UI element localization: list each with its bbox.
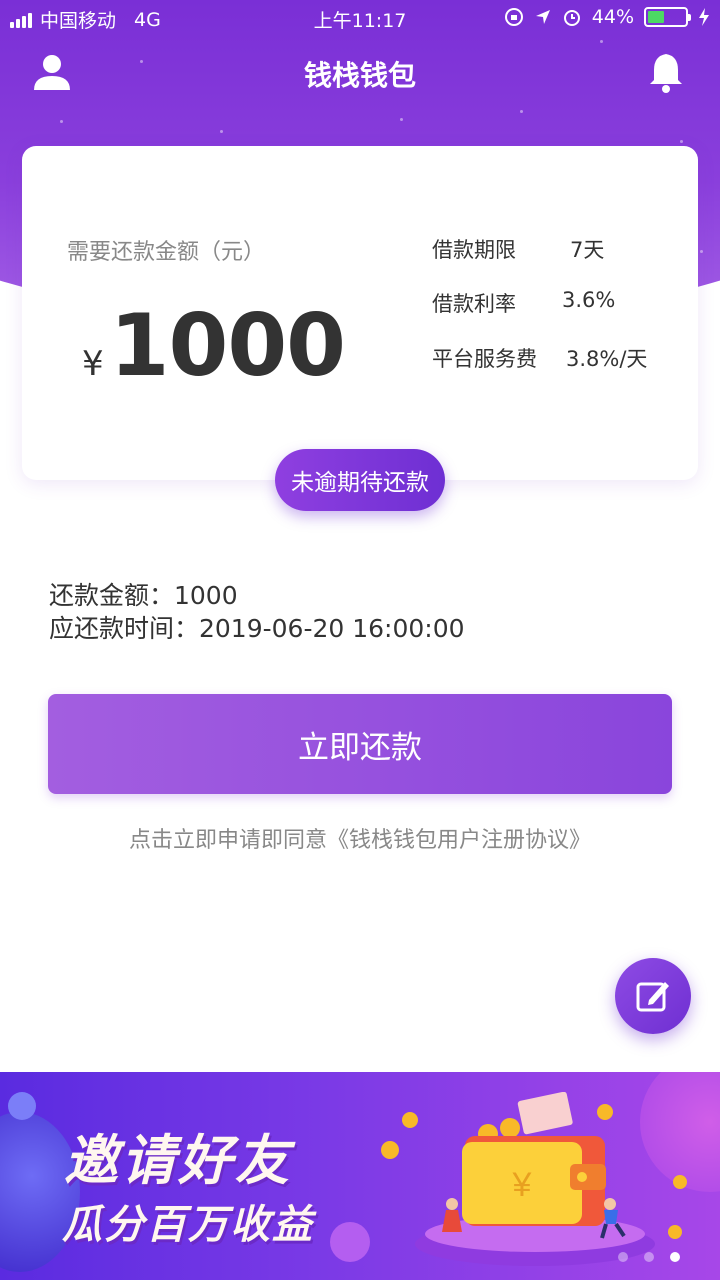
page-title: 钱栈钱包 [303, 59, 416, 92]
invite-banner[interactable]: 邀请好友 瓜分百万收益 ¥ [0, 1072, 720, 1280]
nav-bar: 钱栈钱包 [0, 40, 720, 104]
pagination-dot[interactable] [618, 1252, 628, 1262]
location-icon [535, 10, 550, 24]
edit-icon [636, 982, 669, 1012]
repay-time-text: 应还款时间：2019-06-20 16:00:00 [49, 614, 465, 643]
info-row-term: 借款期限 7天 [432, 234, 604, 264]
edit-fab[interactable] [615, 958, 691, 1034]
amount-display: ¥ 1000 [82, 296, 346, 396]
agreement-link[interactable]: 点击立即申请即同意《钱栈钱包用户注册协议》 [0, 822, 720, 854]
banner-subheadline: 瓜分百万收益 [62, 1202, 314, 1248]
loan-summary-card: 需要还款金额（元） ¥ 1000 借款期限 7天 借款利率 3.6% 平台服务费… [22, 146, 698, 480]
banner-headline: 邀请好友 [64, 1129, 292, 1192]
banner-orb [8, 1092, 36, 1120]
status-bar: 中国移动 4G 上午11:17 44% [0, 0, 720, 36]
banner-orb [330, 1222, 370, 1262]
amount-label: 需要还款金额（元） [67, 240, 266, 265]
repay-now-button[interactable]: 立即还款 [48, 694, 672, 794]
info-value: 7天 [570, 238, 605, 262]
status-badge: 未逾期待还款 [275, 449, 445, 511]
info-label: 平台服务费 [432, 347, 537, 371]
info-row-service-fee: 平台服务费 3.8%/天 [432, 343, 647, 373]
repay-amount-text: 还款金额：1000 [49, 581, 238, 610]
bell-icon[interactable] [646, 50, 686, 94]
battery-percent: 44% [591, 6, 634, 28]
banner-pagination [618, 1252, 680, 1262]
info-value: 3.8%/天 [566, 347, 648, 371]
alarm-icon [563, 10, 580, 26]
amount-value: 1000 [109, 296, 346, 396]
wallet-illustration: ¥ [381, 1092, 687, 1266]
wallet-symbol: ¥ [512, 1166, 532, 1204]
info-label: 借款利率 [432, 292, 516, 316]
charging-icon [699, 8, 709, 26]
info-label: 借款期限 [432, 238, 516, 262]
battery-icon [644, 7, 691, 27]
info-row-rate: 借款利率 3.6% [432, 288, 615, 318]
currency-symbol: ¥ [82, 344, 104, 384]
info-value: 3.6% [562, 288, 616, 312]
pagination-dot[interactable] [670, 1252, 680, 1262]
rotation-lock-icon [504, 8, 523, 26]
pagination-dot[interactable] [644, 1252, 654, 1262]
